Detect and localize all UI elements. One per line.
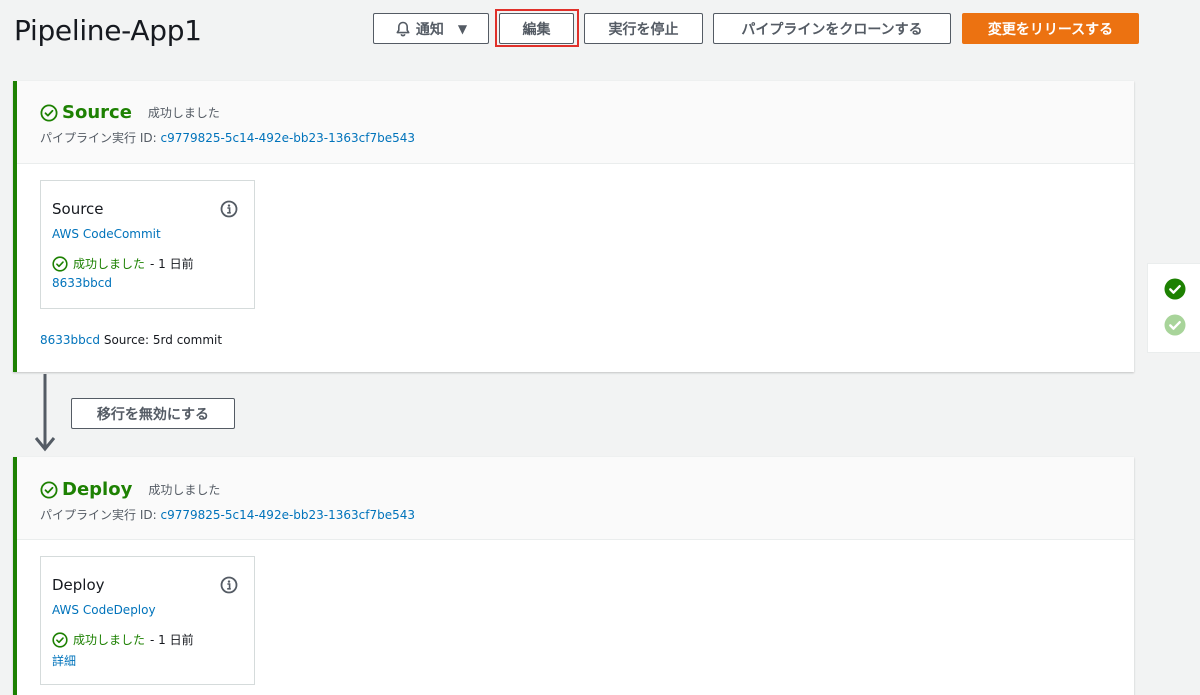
stage-status: 成功しました [148, 483, 221, 497]
action-details-link[interactable]: 詳細 [52, 652, 254, 669]
action-card-source: Source AWS CodeCommit 成功しました - 1 日前 8633… [40, 180, 255, 309]
stage-overview-panel [1147, 263, 1200, 353]
stage-header: Source 成功しました パイプライン実行 ID: c9779825-5c14… [17, 81, 1134, 164]
notify-label: 通知 [415, 21, 444, 38]
action-status: 成功しました [73, 257, 146, 271]
check-circle-icon [52, 631, 68, 648]
stop-label: 実行を停止 [608, 21, 679, 38]
stage-header: Deploy 成功しました パイプライン実行 ID: c9779825-5c14… [17, 457, 1134, 540]
caret-down-icon: ▼ [457, 21, 468, 36]
execution-id-label: パイプライン実行 ID: [40, 508, 157, 522]
stage-name: Deploy [62, 479, 133, 500]
commit-row: 8633bbcd Source: 5rd commit [40, 333, 222, 347]
action-provider-link[interactable]: AWS CodeCommit [52, 227, 254, 241]
transition-label: 移行を無効にする [96, 405, 210, 422]
action-status-row: 成功しました - 1 日前 [52, 631, 254, 648]
stage-name: Source [62, 102, 132, 123]
check-circle-icon [52, 255, 68, 272]
edit-label: 編集 [522, 21, 551, 38]
action-provider-link[interactable]: AWS CodeDeploy [52, 603, 254, 617]
clone-label: パイプラインをクローンする [741, 21, 923, 38]
stop-execution-button[interactable]: 実行を停止 [584, 13, 703, 44]
action-commit-link[interactable]: 8633bbcd [52, 276, 254, 290]
release-change-button[interactable]: 変更をリリースする [962, 13, 1139, 44]
stage-title-row: Deploy 成功しました [40, 479, 1134, 500]
stage-source: Source 成功しました パイプライン実行 ID: c9779825-5c14… [13, 81, 1134, 372]
stage-status: 成功しました [147, 106, 220, 120]
check-circle-filled-icon[interactable] [1164, 278, 1186, 300]
execution-id-link[interactable]: c9779825-5c14-492e-bb23-1363cf7be543 [160, 508, 415, 522]
action-status: 成功しました [73, 633, 146, 647]
execution-id-label: パイプライン実行 ID: [40, 131, 157, 145]
execution-id-link[interactable]: c9779825-5c14-492e-bb23-1363cf7be543 [160, 131, 415, 145]
info-icon[interactable] [220, 200, 238, 218]
notify-button[interactable]: 通知 ▼ [373, 13, 489, 44]
clone-pipeline-button[interactable]: パイプラインをクローンする [713, 13, 951, 44]
execution-id-row: パイプライン実行 ID: c9779825-5c14-492e-bb23-136… [40, 506, 1134, 523]
page-title: Pipeline-App1 [14, 14, 202, 47]
execution-id-row: パイプライン実行 ID: c9779825-5c14-492e-bb23-136… [40, 129, 1134, 146]
commit-message: Source: 5rd commit [103, 333, 223, 347]
edit-button[interactable]: 編集 [499, 13, 574, 44]
disable-transition-button[interactable]: 移行を無効にする [71, 398, 235, 429]
action-status-row: 成功しました - 1 日前 [52, 255, 254, 272]
arrow-down-icon [34, 374, 56, 452]
info-icon[interactable] [220, 576, 238, 594]
check-circle-icon [40, 481, 58, 498]
stage-title-row: Source 成功しました [40, 102, 1134, 123]
action-time: - 1 日前 [150, 257, 194, 271]
stage-deploy: Deploy 成功しました パイプライン実行 ID: c9779825-5c14… [13, 457, 1134, 695]
action-time: - 1 日前 [150, 633, 194, 647]
release-label: 変更をリリースする [987, 21, 1114, 38]
action-card-deploy: Deploy AWS CodeDeploy 成功しました - 1 日前 詳細 [40, 556, 255, 685]
commit-id-link[interactable]: 8633bbcd [40, 333, 100, 347]
check-circle-icon [40, 104, 58, 121]
bell-icon [396, 21, 410, 36]
check-circle-filled-icon[interactable] [1164, 314, 1186, 336]
